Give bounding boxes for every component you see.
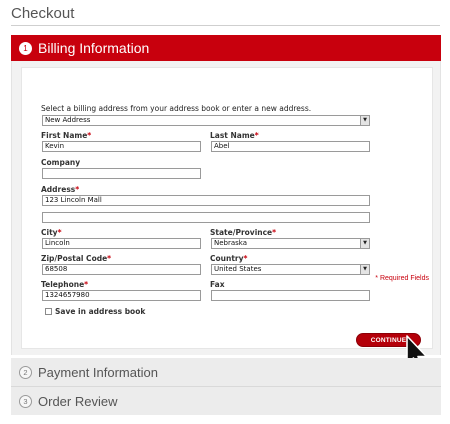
first-name-label: First Name* xyxy=(41,131,91,140)
order-review-step-title: Order Review xyxy=(38,393,118,409)
address-line1-input[interactable]: 123 Lincoln Mall xyxy=(42,195,370,206)
billing-panel: Select a billing address from your addre… xyxy=(11,61,441,355)
required-asterisk: * xyxy=(243,254,248,263)
last-name-label: Last Name* xyxy=(210,131,259,140)
payment-step-title: Payment Information xyxy=(38,364,158,380)
state-select-value: Nebraska xyxy=(214,239,248,247)
first-name-label-text: First Name xyxy=(41,131,88,140)
required-asterisk: * xyxy=(107,254,112,263)
required-fields-note: * Required Fields xyxy=(375,275,429,282)
required-asterisk: * xyxy=(84,280,89,289)
order-review-step-header[interactable]: 3 Order Review xyxy=(11,387,441,415)
address-book-select-value: New Address xyxy=(45,116,91,124)
last-name-input[interactable]: Abel xyxy=(211,141,370,152)
state-select[interactable]: Nebraska ▼ xyxy=(211,238,370,249)
address-label-text: Address xyxy=(41,185,76,194)
company-input[interactable] xyxy=(42,168,201,179)
city-label-text: City xyxy=(41,228,58,237)
chevron-down-icon: ▼ xyxy=(360,239,369,248)
billing-step-title: Billing Information xyxy=(38,40,150,56)
checkout-accordion: 1 Billing Information Select a billing a… xyxy=(11,35,441,355)
required-asterisk: * xyxy=(254,131,259,140)
zip-label-text: Zip/Postal Code xyxy=(41,254,108,263)
zip-label: Zip/Postal Code* xyxy=(41,254,111,263)
state-label-text: State/Province xyxy=(210,228,273,237)
country-label-text: Country xyxy=(210,254,244,263)
required-asterisk: * xyxy=(57,228,62,237)
billing-form: Select a billing address from your addre… xyxy=(21,67,433,349)
company-label: Company xyxy=(41,158,81,167)
step-number-badge: 1 xyxy=(19,41,32,55)
step-number-badge: 2 xyxy=(19,365,32,379)
fax-label: Fax xyxy=(210,280,225,289)
address-book-select[interactable]: New Address ▼ xyxy=(42,115,370,126)
city-input[interactable]: Lincoln xyxy=(42,238,201,249)
address-label: Address* xyxy=(41,185,79,194)
city-label: City* xyxy=(41,228,62,237)
last-name-label-text: Last Name xyxy=(210,131,255,140)
telephone-label-text: Telephone xyxy=(41,280,85,289)
chevron-down-icon: ▼ xyxy=(360,116,369,125)
state-label: State/Province* xyxy=(210,228,276,237)
address-book-intro: Select a billing address from your addre… xyxy=(41,104,312,113)
required-asterisk: * xyxy=(272,228,277,237)
telephone-label: Telephone* xyxy=(41,280,88,289)
country-select[interactable]: United States ▼ xyxy=(211,264,370,275)
title-divider xyxy=(11,25,440,26)
save-in-address-book-label: Save in address book xyxy=(55,307,146,316)
fax-input[interactable] xyxy=(211,290,370,301)
required-asterisk: * xyxy=(75,185,80,194)
address-line2-input[interactable] xyxy=(42,212,370,223)
country-label: Country* xyxy=(210,254,247,263)
telephone-input[interactable]: 1324657980 xyxy=(42,290,201,301)
required-asterisk: * xyxy=(87,131,92,140)
first-name-input[interactable]: Kevin xyxy=(42,141,201,152)
zip-input[interactable]: 68508 xyxy=(42,264,201,275)
step-number-badge: 3 xyxy=(19,394,32,408)
chevron-down-icon: ▼ xyxy=(360,265,369,274)
billing-step-header[interactable]: 1 Billing Information xyxy=(11,35,441,61)
payment-step-header[interactable]: 2 Payment Information xyxy=(11,358,441,386)
country-select-value: United States xyxy=(214,265,262,273)
page-title: Checkout xyxy=(11,5,75,22)
save-in-address-book-checkbox[interactable] xyxy=(45,308,52,315)
